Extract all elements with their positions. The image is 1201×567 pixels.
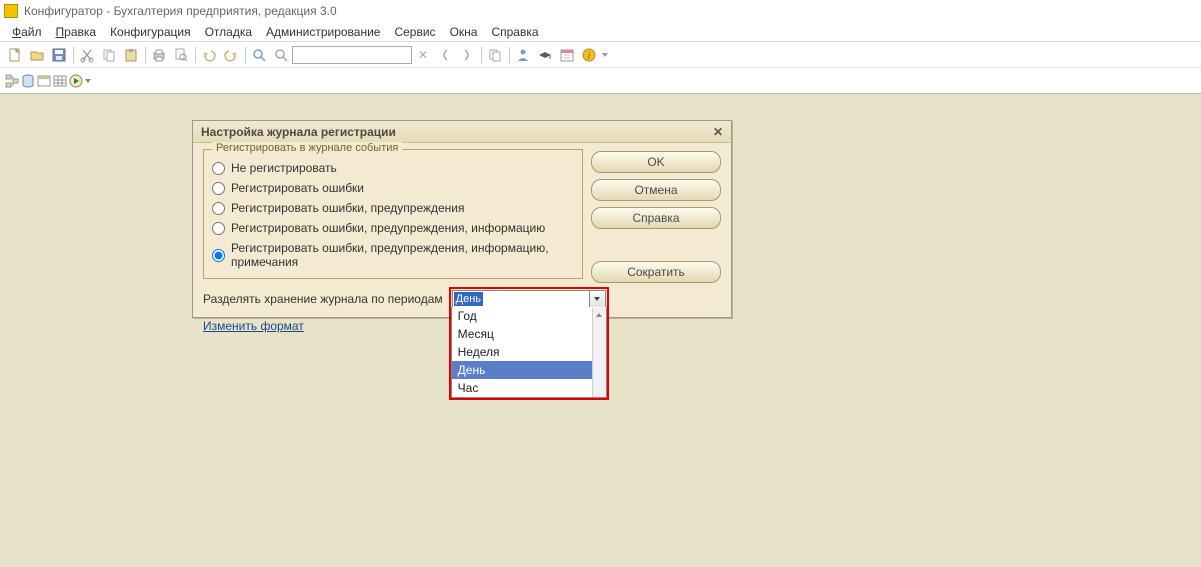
shrink-button[interactable]: Сократить [591, 261, 721, 283]
period-combo[interactable]: День [452, 290, 606, 308]
radio-notes-input[interactable] [212, 249, 225, 262]
table-icon[interactable] [52, 73, 68, 89]
menu-file[interactable]: Файл [6, 23, 48, 41]
change-format-link[interactable]: Изменить формат [203, 319, 304, 333]
workspace: Настройка журнала регистрации ✕ Регистри… [0, 94, 1201, 567]
toolbar-secondary [0, 68, 1201, 94]
menubar: Файл Правка Конфигурация Отладка Админис… [0, 22, 1201, 42]
period-option-month[interactable]: Месяц [452, 325, 606, 343]
cancel-button[interactable]: Отмена [591, 179, 721, 201]
menu-service[interactable]: Сервис [388, 23, 441, 41]
radio-errors-input[interactable] [212, 182, 225, 195]
menu-edit[interactable]: Правка [50, 23, 103, 41]
radio-info-input[interactable] [212, 222, 225, 235]
window-title: Конфигуратор - Бухгалтерия предприятия, … [24, 4, 337, 18]
menu-debug[interactable]: Отладка [199, 23, 258, 41]
search-input[interactable] [292, 46, 412, 64]
paste-icon[interactable] [120, 44, 142, 66]
period-option-year[interactable]: Год [452, 307, 606, 325]
period-dropdown: Год Месяц Неделя День Час [449, 307, 609, 400]
preview-icon[interactable] [170, 44, 192, 66]
nav-next-icon[interactable] [456, 44, 478, 66]
period-option-day[interactable]: День [452, 361, 606, 379]
radio-none-label: Не регистрировать [231, 161, 337, 175]
cut-icon[interactable] [76, 44, 98, 66]
dialog-titlebar: Настройка журнала регистрации ✕ [193, 121, 731, 143]
app-icon [4, 4, 18, 18]
radio-info-label: Регистрировать ошибки, предупреждения, и… [231, 221, 545, 235]
open-icon[interactable] [26, 44, 48, 66]
close-icon[interactable]: ✕ [709, 124, 727, 140]
dialog-title-text: Настройка журнала регистрации [201, 125, 396, 139]
fieldset-legend: Регистрировать в журнале события [212, 142, 402, 154]
radio-warnings-input[interactable] [212, 202, 225, 215]
radio-errors[interactable]: Регистрировать ошибки [212, 178, 574, 198]
clipboard2-icon[interactable] [484, 44, 506, 66]
find2-icon[interactable] [270, 44, 292, 66]
calendar-icon[interactable] [556, 44, 578, 66]
play-icon[interactable] [68, 73, 84, 89]
period-combo-value: День [454, 292, 483, 306]
dialog-buttons: OK Отмена Справка Сократить [591, 151, 721, 283]
info-dropdown-icon[interactable] [600, 44, 610, 66]
radio-notes[interactable]: Регистрировать ошибки, предупреждения, и… [212, 238, 574, 272]
scroll-up-icon[interactable] [593, 308, 606, 322]
copy-icon[interactable] [98, 44, 120, 66]
log-settings-dialog: Настройка журнала регистрации ✕ Регистри… [192, 120, 732, 318]
info-icon[interactable]: i [578, 44, 600, 66]
menu-help[interactable]: Справка [485, 23, 544, 41]
clear-icon[interactable]: ✕ [412, 44, 434, 66]
print-icon[interactable] [148, 44, 170, 66]
hat-icon[interactable] [534, 44, 556, 66]
period-label: Разделять хранение журнала по периодам [203, 292, 443, 306]
window-titlebar: Конфигуратор - Бухгалтерия предприятия, … [0, 0, 1201, 22]
period-option-week[interactable]: Неделя [452, 343, 606, 361]
db-icon[interactable] [20, 73, 36, 89]
period-row: Разделять хранение журнала по периодам Д… [203, 287, 721, 311]
radio-notes-label: Регистрировать ошибки, предупреждения, и… [231, 241, 574, 269]
radio-errors-label: Регистрировать ошибки [231, 181, 364, 195]
find-icon[interactable] [248, 44, 270, 66]
play-dropdown-icon[interactable] [84, 77, 94, 85]
tree-icon[interactable] [4, 73, 20, 89]
undo-icon[interactable] [198, 44, 220, 66]
window-icon[interactable] [36, 73, 52, 89]
menu-windows[interactable]: Окна [444, 23, 484, 41]
menu-admin[interactable]: Администрирование [260, 23, 386, 41]
radio-warnings-label: Регистрировать ошибки, предупреждения [231, 201, 465, 215]
menu-config[interactable]: Конфигурация [104, 23, 197, 41]
nav-prev-icon[interactable] [434, 44, 456, 66]
redo-icon[interactable] [220, 44, 242, 66]
radio-none[interactable]: Не регистрировать [212, 158, 574, 178]
radio-none-input[interactable] [212, 162, 225, 175]
toolbar-main: ✕ i [0, 42, 1201, 68]
dropdown-scrollbar[interactable] [592, 308, 606, 397]
new-icon[interactable] [4, 44, 26, 66]
save-icon[interactable] [48, 44, 70, 66]
dialog-body: Регистрировать в журнале события Не реги… [193, 143, 731, 317]
radio-warnings[interactable]: Регистрировать ошибки, предупреждения [212, 198, 574, 218]
help-button[interactable]: Справка [591, 207, 721, 229]
radio-info[interactable]: Регистрировать ошибки, предупреждения, и… [212, 218, 574, 238]
chevron-down-icon[interactable] [589, 291, 605, 307]
ok-button[interactable]: OK [591, 151, 721, 173]
events-fieldset: Регистрировать в журнале события Не реги… [203, 149, 583, 279]
period-option-hour[interactable]: Час [452, 379, 606, 397]
period-combo-highlight: День Год Месяц Неделя День Час [449, 287, 609, 311]
person-icon[interactable] [512, 44, 534, 66]
